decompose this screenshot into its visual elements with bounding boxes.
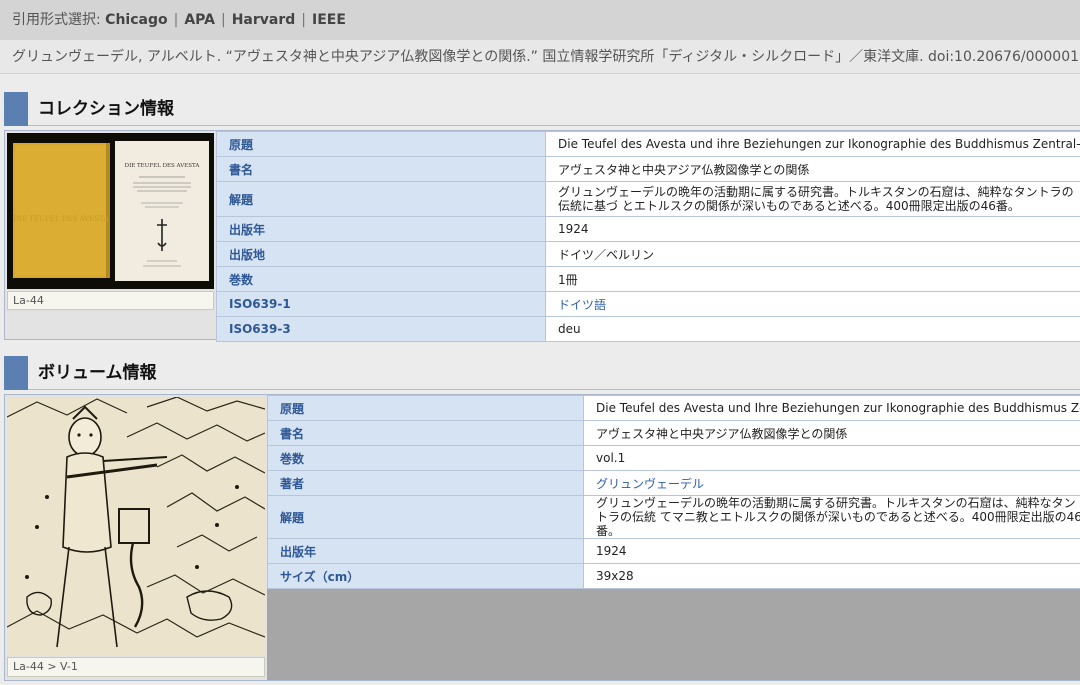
format-harvard-link[interactable]: Harvard [232, 12, 296, 28]
field-value: グリュンヴェーデル [583, 470, 1080, 496]
book-title-text: DIE TEUFEL DES AVESTA [125, 163, 201, 169]
field-value: vol.1 [583, 445, 1080, 471]
format-ieee-link[interactable]: IEEE [312, 12, 346, 28]
field-value: グリュンヴェーデルの晩年の活動期に属する研究書。トルキスタンの石窟は、純粋なタン… [583, 495, 1080, 539]
field-label: 巻数 [267, 445, 584, 471]
section-divider [28, 389, 1080, 390]
section-divider [28, 125, 1080, 126]
citation-format-label: 引用形式選択: [12, 12, 106, 28]
language-link[interactable]: ドイツ語 [558, 298, 606, 312]
field-label: 原題 [216, 131, 546, 157]
collection-panel: DIE TEUFEL DES AVESTA DIE TEUFEL DES AVE… [4, 130, 1080, 342]
field-label: 解題 [267, 495, 584, 539]
table-row: 原題 Die Teufel des Avesta und ihre Bezieh… [216, 131, 1080, 157]
citation-format-bar: 引用形式選択: Chicago | APA | Harvard | IEEE [0, 0, 1080, 40]
format-separator: | [173, 12, 179, 28]
table-row: 解題 グリュンヴェーデルの晩年の活動期に属する研究書。トルキスタンの石窟は、純粋… [267, 495, 1080, 539]
field-value: Die Teufel des Avesta und ihre Beziehung… [545, 131, 1080, 157]
book-spine-text: DIE TEUFEL DES AVESTA [14, 215, 110, 223]
table-row: 書名 アヴェスタ神と中央アジア仏教図像学との関係 [216, 156, 1080, 182]
table-row: サイズ（cm） 39x28 [267, 563, 1080, 589]
format-apa-link[interactable]: APA [184, 12, 215, 28]
volume-panel: La-44 > V-1 原題 Die Teufel des Avesta und… [4, 394, 1080, 681]
format-separator: | [301, 12, 306, 28]
field-value: グリュンヴェーデルの晩年の活動期に属する研究書。トルキスタンの石窟は、純粋なタン… [545, 181, 1080, 217]
illustration-image [7, 397, 265, 655]
field-value: アヴェスタ神と中央アジア仏教図像学との関係 [583, 420, 1080, 446]
table-row: 巻数 1冊 [216, 266, 1080, 292]
collection-heading: コレクション情報 [38, 99, 174, 119]
volume-heading: ボリューム情報 [38, 363, 157, 383]
author-link[interactable]: グリュンヴェーデル [596, 477, 704, 491]
format-chicago-link[interactable]: Chicago [105, 12, 167, 28]
field-value: 39x28 [583, 563, 1080, 589]
field-label: 書名 [267, 420, 584, 446]
table-row: 著者 グリュンヴェーデル [267, 470, 1080, 496]
volume-thumbnail[interactable] [7, 397, 265, 655]
collection-caption: La-44 [7, 291, 214, 310]
section-marker [4, 92, 28, 126]
field-value: Die Teufel des Avesta und Ihre Beziehung… [583, 395, 1080, 421]
field-label: 巻数 [216, 266, 546, 292]
field-label: ISO639-1 [216, 291, 546, 317]
collection-thumbnail[interactable]: DIE TEUFEL DES AVESTA DIE TEUFEL DES AVE… [7, 133, 214, 289]
table-row: 巻数 vol.1 [267, 445, 1080, 471]
field-label: 出版年 [216, 216, 546, 242]
citation-text: グリュンヴェーデル, アルベルト. “アヴェスタ神と中央アジア仏教図像学との関係… [0, 40, 1080, 74]
field-value: ドイツ語 [545, 291, 1080, 317]
field-value: ドイツ／ベルリン [545, 241, 1080, 267]
field-value: アヴェスタ神と中央アジア仏教図像学との関係 [545, 156, 1080, 182]
empty-area [267, 579, 1080, 680]
table-row: 原題 Die Teufel des Avesta und Ihre Bezieh… [267, 395, 1080, 421]
book-cover-image: DIE TEUFEL DES AVESTA DIE TEUFEL DES AVE… [7, 133, 214, 289]
field-label: 原題 [267, 395, 584, 421]
field-label: 出版年 [267, 538, 584, 564]
table-row: ISO639-1 ドイツ語 [216, 291, 1080, 317]
table-row: 出版年 1924 [216, 216, 1080, 242]
field-label: 解題 [216, 181, 546, 217]
field-label: ISO639-3 [216, 316, 546, 342]
table-row: 書名 アヴェスタ神と中央アジア仏教図像学との関係 [267, 420, 1080, 446]
field-value: deu [545, 316, 1080, 342]
format-separator: | [220, 12, 226, 28]
field-label: 出版地 [216, 241, 546, 267]
volume-metadata-table: 原題 Die Teufel des Avesta und Ihre Bezieh… [267, 395, 1080, 589]
table-row: 解題 グリュンヴェーデルの晩年の活動期に属する研究書。トルキスタンの石窟は、純粋… [216, 181, 1080, 217]
field-value: 1924 [545, 216, 1080, 242]
field-label: 著者 [267, 470, 584, 496]
field-label: サイズ（cm） [267, 563, 584, 589]
section-marker [4, 356, 28, 390]
field-label: 書名 [216, 156, 546, 182]
field-value: 1冊 [545, 266, 1080, 292]
collection-metadata-table: 原題 Die Teufel des Avesta und ihre Bezieh… [216, 131, 1080, 342]
table-row: 出版地 ドイツ／ベルリン [216, 241, 1080, 267]
table-row: ISO639-3 deu [216, 316, 1080, 342]
table-row: 出版年 1924 [267, 538, 1080, 564]
field-value: 1924 [583, 538, 1080, 564]
volume-caption: La-44 > V-1 [7, 657, 265, 677]
